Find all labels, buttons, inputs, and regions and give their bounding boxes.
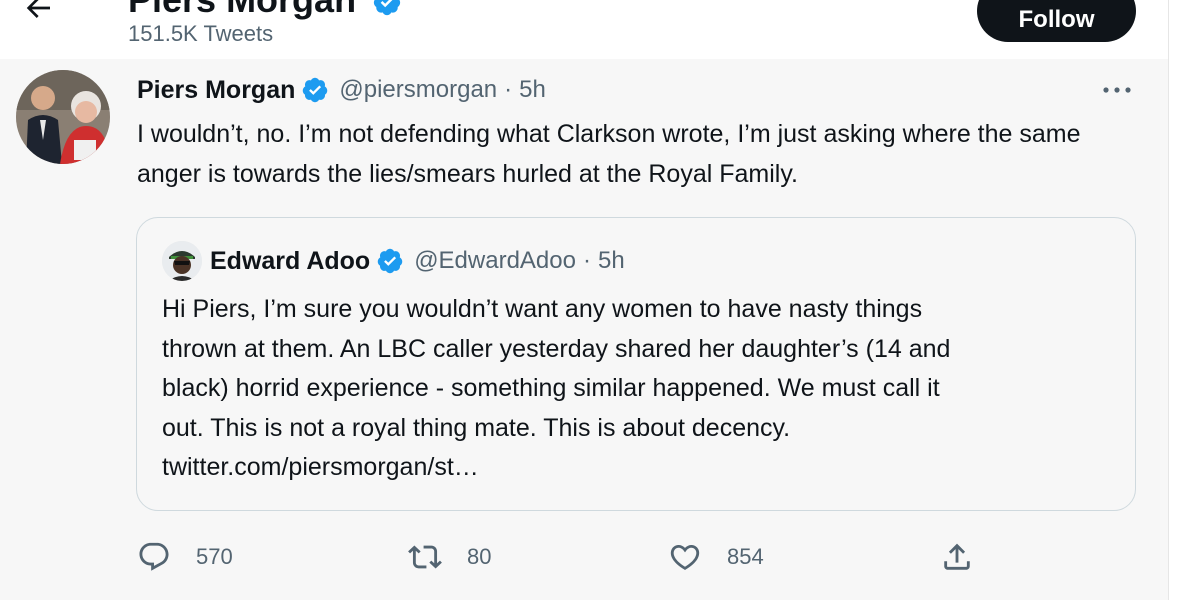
quote-author-avatar (162, 241, 202, 281)
quote-text: Hi Piers, I’m sure you wouldn’t want any… (162, 290, 1122, 488)
quote-text-line: thrown at them. An LBC caller yesterday … (162, 334, 951, 363)
author-name[interactable]: Piers Morgan (137, 76, 295, 105)
tweet-count: 151.5K Tweets (128, 21, 274, 46)
share-icon (944, 543, 970, 570)
quote-link[interactable]: twitter.com/piersmorgan/st… (162, 448, 1122, 488)
reply-count: 570 (196, 544, 233, 569)
verified-badge-icon (303, 77, 328, 103)
back-arrow-icon[interactable] (22, 0, 54, 24)
quote-author-handle: @EdwardAdoo (414, 247, 576, 274)
follow-button[interactable]: Follow (977, 0, 1136, 42)
tweet-text: I wouldn’t, no. I’m not defending what C… (137, 120, 1081, 188)
avatar-photo (16, 70, 110, 164)
tweet-actions: 570 80 854 (0, 529, 1169, 589)
retweet-button[interactable]: 80 (408, 539, 491, 575)
tweet-time[interactable]: 5h (519, 76, 546, 104)
quote-text-line: out. This is not a royal thing mate. Thi… (162, 413, 791, 442)
quote-avatar-photo (162, 241, 202, 281)
tweet[interactable]: Piers Morgan @piersmorgan · 5h I wouldn’… (0, 59, 1169, 600)
author-avatar[interactable] (16, 70, 110, 164)
header-profile-name-text: Piers Morgan (128, 0, 356, 20)
author-handle[interactable]: @piersmorgan (339, 76, 497, 104)
tweet-header: Piers Morgan @piersmorgan · 5h (137, 74, 546, 106)
reply-button[interactable]: 570 (137, 539, 233, 575)
share-button[interactable] (940, 539, 974, 575)
quoted-tweet[interactable]: Edward Adoo @EdwardAdoo · 5h Hi Piers, I… (136, 217, 1136, 511)
quote-text-line: Hi Piers, I’m sure you wouldn’t want any… (162, 295, 923, 323)
like-icon (670, 544, 700, 570)
more-icon[interactable] (1100, 83, 1134, 97)
quote-time: 5h (597, 247, 625, 274)
quote-header: Edward Adoo @EdwardAdoo · 5h (162, 241, 625, 281)
column-border (1168, 0, 1169, 600)
tweet-page: Piers Morgan 151.5K Tweets Follow (0, 0, 1169, 600)
header-profile-name: Piers Morgan (128, 0, 402, 22)
verified-badge-icon (377, 248, 403, 274)
quote-author-name: Edward Adoo (210, 246, 371, 275)
reply-icon (139, 542, 169, 571)
like-button[interactable]: 854 (668, 539, 764, 575)
profile-header: Piers Morgan 151.5K Tweets Follow (0, 0, 1169, 59)
like-count: 854 (727, 544, 764, 569)
quote-text-line: black) horrid experience - something sim… (162, 374, 940, 402)
retweet-count: 80 (467, 544, 492, 569)
separator-dot: · (504, 76, 513, 103)
verified-badge-icon (373, 0, 401, 16)
retweet-icon (408, 545, 442, 569)
separator-dot: · (582, 247, 591, 274)
